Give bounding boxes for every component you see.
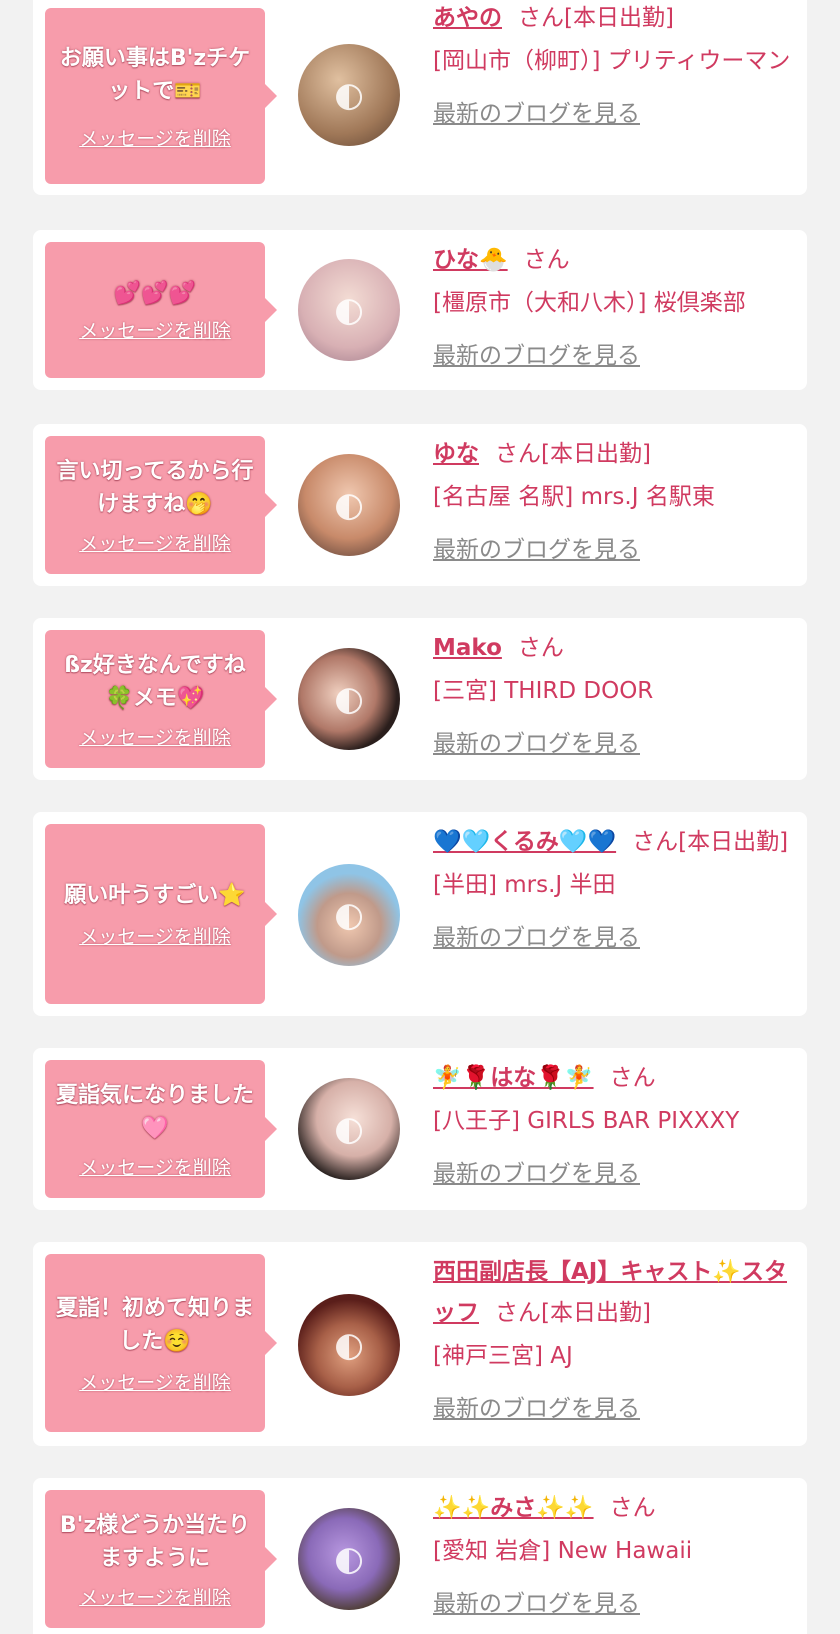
cast-name-link[interactable]: あやの [433,5,502,31]
message-text: ßz好きなんですね🍀メモ💖 [64,652,246,711]
message-text: 💕💕💕 [113,281,197,306]
avatar-placeholder-icon: ◐ [334,895,364,935]
work-status: [本日出勤] [678,829,789,855]
delete-message-link[interactable]: メッセージを削除 [79,1153,231,1180]
blog-link[interactable]: 最新のブログを見る [433,1584,640,1625]
cast-name-link[interactable]: 🧚🌹はな🌹🧚 [433,1065,594,1091]
avatar[interactable]: ◐ [298,1294,400,1396]
message-bubble: 夏詣！初めて知りました☺️ メッセージを削除 [45,1254,277,1432]
honorific: さん [609,1065,656,1091]
message-text: B'z様どうか当たりますように [59,1512,251,1571]
avatar[interactable]: ◐ [298,864,400,966]
shop-name: [岡山市（柳町）] プリティウーマン [433,48,791,74]
avatar-placeholder-icon: ◐ [334,1109,364,1149]
cast-name-link[interactable]: Mako [433,635,502,661]
delete-message-link[interactable]: メッセージを削除 [79,124,231,151]
message-card: 言い切ってるから行けますね🤭 メッセージを削除 ◐ ゆな さん[本日出勤] [名古… [33,424,807,586]
avatar-placeholder-icon: ◐ [334,1539,364,1579]
delete-message-link[interactable]: メッセージを削除 [79,723,231,750]
avatar-placeholder-icon: ◐ [334,75,364,115]
message-text: 言い切ってるから行けますね🤭 [56,458,254,517]
shop-name: [三宮] THIRD DOOR [433,678,654,704]
message-bubble: 💕💕💕 メッセージを削除 [45,242,277,378]
avatar[interactable]: ◐ [298,1508,400,1610]
honorific: さん [495,441,541,467]
message-card: 願い叶うすごい⭐ メッセージを削除 ◐ 💙🩵くるみ🩵💙 さん[本日出勤] [半田]… [33,812,807,1016]
avatar[interactable]: ◐ [298,44,400,146]
blog-link[interactable]: 最新のブログを見る [433,1389,640,1430]
blog-link[interactable]: 最新のブログを見る [433,336,640,377]
work-status: [本日出勤] [564,5,674,31]
cast-name-link[interactable]: ひな🐣 [433,247,508,273]
delete-message-link[interactable]: メッセージを削除 [79,1583,231,1610]
avatar-placeholder-icon: ◐ [334,290,364,330]
avatar[interactable]: ◐ [298,259,400,361]
delete-message-link[interactable]: メッセージを削除 [79,922,231,949]
shop-name: [名古屋 名駅] mrs.J 名駅東 [433,484,715,510]
blog-link[interactable]: 最新のブログを見る [433,530,640,571]
honorific: さん [609,1495,656,1521]
avatar[interactable]: ◐ [298,454,400,556]
message-bubble: 言い切ってるから行けますね🤭 メッセージを削除 [45,436,277,574]
honorific: さん [517,635,564,661]
honorific: さん [632,829,679,855]
message-bubble: 願い叶うすごい⭐ メッセージを削除 [45,824,277,1004]
message-card: B'z様どうか当たりますように メッセージを削除 ◐ ✨✨みさ✨✨ さん [愛知 … [33,1478,807,1634]
blog-link[interactable]: 最新のブログを見る [433,724,640,765]
cast-name-link[interactable]: 💙🩵くるみ🩵💙 [433,829,616,855]
message-card: お願い事はB'zチケットで🎫 メッセージを削除 ◐ あやの さん[本日出勤] [岡… [33,0,807,195]
message-bubble: お願い事はB'zチケットで🎫 メッセージを削除 [45,8,277,184]
message-text: 願い叶うすごい⭐ [64,883,246,908]
message-text: 夏詣気になりました🩷 [55,1082,254,1141]
honorific: さん [518,5,564,31]
cast-name-link[interactable]: ✨✨みさ✨✨ [433,1495,594,1521]
blog-link[interactable]: 最新のブログを見る [433,94,640,135]
delete-message-link[interactable]: メッセージを削除 [79,529,231,556]
shop-name: [八王子] GIRLS BAR PIXXXY [433,1108,740,1134]
message-card: 夏詣気になりました🩷 メッセージを削除 ◐ 🧚🌹はな🌹🧚 さん [八王子] GIR… [33,1048,807,1210]
honorific: さん [495,1300,541,1326]
blog-link[interactable]: 最新のブログを見る [433,1154,640,1195]
shop-name: [神戸三宮] AJ [433,1343,573,1369]
work-status: [本日出勤] [541,1300,651,1326]
avatar-placeholder-icon: ◐ [334,679,364,719]
message-card: 夏詣！初めて知りました☺️ メッセージを削除 ◐ 西田副店長【AJ】キャスト✨ス… [33,1242,807,1446]
cast-name-link[interactable]: ゆな [433,441,479,467]
message-card: ßz好きなんですね🍀メモ💖 メッセージを削除 ◐ Mako さん [三宮] THI… [33,618,807,780]
avatar[interactable]: ◐ [298,1078,400,1180]
avatar[interactable]: ◐ [298,648,400,750]
delete-message-link[interactable]: メッセージを削除 [79,316,231,343]
shop-name: [橿原市（大和八木）] 桜倶楽部 [433,290,746,316]
message-text: 夏詣！初めて知りました☺️ [55,1295,254,1354]
message-bubble: ßz好きなんですね🍀メモ💖 メッセージを削除 [45,630,277,768]
work-status: [本日出勤] [541,441,651,467]
shop-name: [愛知 岩倉] New Hawaii [433,1538,693,1564]
message-card: 💕💕💕 メッセージを削除 ◐ ひな🐣 さん [橿原市（大和八木）] 桜倶楽部 最新… [33,230,807,390]
shop-name: [半田] mrs.J 半田 [433,872,616,898]
avatar-placeholder-icon: ◐ [334,1325,364,1365]
message-bubble: 夏詣気になりました🩷 メッセージを削除 [45,1060,277,1198]
honorific: さん [523,247,570,273]
delete-message-link[interactable]: メッセージを削除 [79,1368,231,1395]
message-bubble: B'z様どうか当たりますように メッセージを削除 [45,1490,277,1628]
avatar-placeholder-icon: ◐ [334,485,364,525]
message-text: お願い事はB'zチケットで🎫 [59,45,251,104]
blog-link[interactable]: 最新のブログを見る [433,918,640,959]
